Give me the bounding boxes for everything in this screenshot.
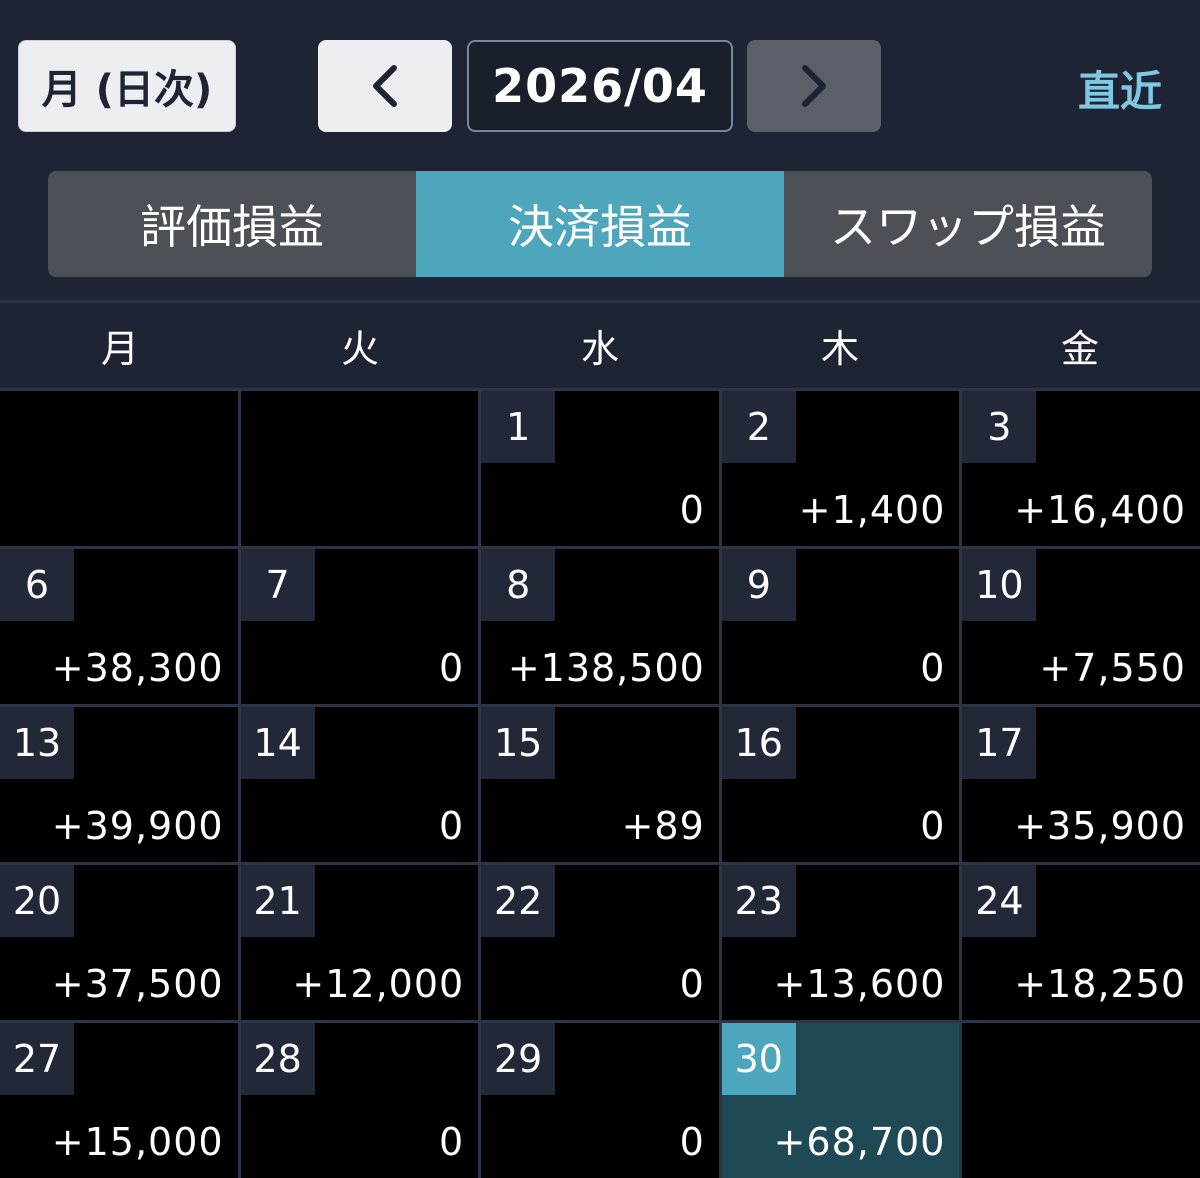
day-number: 8 xyxy=(481,549,556,621)
day-number: 17 xyxy=(962,707,1037,779)
chevron-right-icon xyxy=(802,65,826,107)
calendar-day-cell[interactable]: 24 +18,250 xyxy=(962,865,1200,1020)
day-pnl-value: +15,000 xyxy=(51,1120,224,1164)
tab-settlement-pnl[interactable]: 決済損益 xyxy=(416,171,784,277)
weekday-tue: 火 xyxy=(340,327,379,371)
calendar-day-cell[interactable]: 90 xyxy=(721,549,960,704)
calendar-empty-cell xyxy=(962,1023,1200,1178)
weekday-wed: 水 xyxy=(580,327,619,371)
day-number: 7 xyxy=(240,549,315,621)
day-pnl-value: +68,700 xyxy=(773,1120,946,1164)
day-number: 16 xyxy=(721,707,796,779)
day-number: 3 xyxy=(962,391,1037,463)
day-pnl-value: +7,550 xyxy=(1039,646,1186,690)
day-pnl-value: 0 xyxy=(679,488,705,532)
calendar-grid: 1 0 2 +1,400 3 +16,400 6 +38,300 7 0 8 +138,500 9 0 10… xyxy=(0,388,1200,1178)
day-pnl-value: +18,250 xyxy=(1014,962,1186,1006)
day-number: 9 xyxy=(721,549,796,621)
calendar-day-cell[interactable]: 6 +38,300 xyxy=(0,549,238,704)
day-number: 6 xyxy=(0,549,74,621)
day-number: 29 xyxy=(481,1023,556,1095)
calendar-day-cell[interactable]: 21 +12,000 xyxy=(240,865,479,1020)
day-pnl-value: +16,400 xyxy=(1014,488,1186,532)
calendar-day-cell[interactable]: 14 0 xyxy=(240,707,479,862)
calendar-day-cell[interactable]: 17 +35,900 xyxy=(962,707,1200,862)
previous-month-button[interactable] xyxy=(318,40,452,132)
day-pnl-value: 0 xyxy=(679,962,705,1006)
calendar-day-cell[interactable]: 3 +16,400 xyxy=(962,391,1200,546)
tab-valuation-pnl[interactable]: 評価損益 xyxy=(48,171,416,277)
calendar-day-cell[interactable]: 10 xyxy=(481,391,719,546)
day-number: 24 xyxy=(962,865,1037,937)
calendar-empty-cell xyxy=(240,391,479,546)
day-pnl-value: +39,900 xyxy=(51,804,224,848)
day-number: 1 xyxy=(481,391,556,463)
day-pnl-value: +13,600 xyxy=(773,962,946,1006)
next-month-button[interactable] xyxy=(747,40,881,132)
day-number: 23 xyxy=(721,865,796,937)
day-number: 13 xyxy=(0,707,74,779)
tab-swap-pnl[interactable]: スワップ損益 xyxy=(784,171,1152,277)
calendar-day-cell[interactable]: 30 +68,700 xyxy=(721,1023,960,1178)
weekday-fri: 金 xyxy=(1060,327,1099,371)
calendar-day-cell[interactable]: 70 xyxy=(240,549,479,704)
calendar-day-cell[interactable]: 13 +39,900 xyxy=(0,707,238,862)
view-mode-button[interactable]: 月 (日次) xyxy=(18,40,236,132)
calendar-day-cell[interactable]: 10 +7,550 xyxy=(962,549,1200,704)
day-pnl-value: +38,300 xyxy=(51,646,224,690)
calendar-day-cell[interactable]: 27 +15,000 xyxy=(0,1023,238,1178)
day-pnl-value: +37,500 xyxy=(51,962,224,1006)
toolbar: 月 (日次) 2026/04 直近 評価損益 決済損益 スワップ損益 xyxy=(0,0,1200,300)
calendar-day-cell[interactable]: 16 0 xyxy=(721,707,960,862)
day-number: 30 xyxy=(721,1023,796,1095)
chevron-left-icon xyxy=(373,65,397,107)
day-pnl-value: 0 xyxy=(439,1120,465,1164)
day-number: 2 xyxy=(721,391,796,463)
day-number: 27 xyxy=(0,1023,74,1095)
day-number: 28 xyxy=(240,1023,315,1095)
calendar-day-cell[interactable]: 22 0 xyxy=(481,865,719,1020)
calendar-day-cell[interactable]: 28 0 xyxy=(240,1023,479,1178)
day-pnl-value: 0 xyxy=(679,1120,705,1164)
day-number: 14 xyxy=(240,707,315,779)
day-number: 21 xyxy=(240,865,315,937)
day-pnl-value: 0 xyxy=(439,646,465,690)
day-pnl-value: 0 xyxy=(920,646,946,690)
day-pnl-value: +12,000 xyxy=(292,962,465,1006)
day-pnl-value: 0 xyxy=(439,804,465,848)
day-pnl-value: 0 xyxy=(920,804,946,848)
weekday-thu: 木 xyxy=(820,327,859,371)
calendar-day-cell[interactable]: 15 +89 xyxy=(481,707,719,862)
day-pnl-value: +138,500 xyxy=(507,646,705,690)
weekday-mon: 月 xyxy=(100,327,139,371)
day-pnl-value: +89 xyxy=(621,804,705,848)
calendar-day-cell[interactable]: 29 0 xyxy=(481,1023,719,1178)
day-number: 10 xyxy=(962,549,1037,621)
day-pnl-value: +1,400 xyxy=(798,488,946,532)
recent-link[interactable]: 直近 xyxy=(1060,58,1180,118)
day-number: 22 xyxy=(481,865,556,937)
calendar-day-cell[interactable]: 20 +37,500 xyxy=(0,865,238,1020)
weekday-header: 月 火 水 木 金 xyxy=(0,303,1200,388)
calendar-empty-cell xyxy=(0,391,238,546)
day-number: 15 xyxy=(481,707,556,779)
calendar-day-cell[interactable]: 8 +138,500 xyxy=(481,549,719,704)
current-month-display[interactable]: 2026/04 xyxy=(467,40,733,132)
day-number: 20 xyxy=(0,865,74,937)
pnl-type-tabs: 評価損益 決済損益 スワップ損益 xyxy=(48,171,1152,277)
calendar-day-cell[interactable]: 23 +13,600 xyxy=(721,865,960,1020)
day-pnl-value: +35,900 xyxy=(1014,804,1186,848)
calendar-day-cell[interactable]: 2 +1,400 xyxy=(721,391,960,546)
